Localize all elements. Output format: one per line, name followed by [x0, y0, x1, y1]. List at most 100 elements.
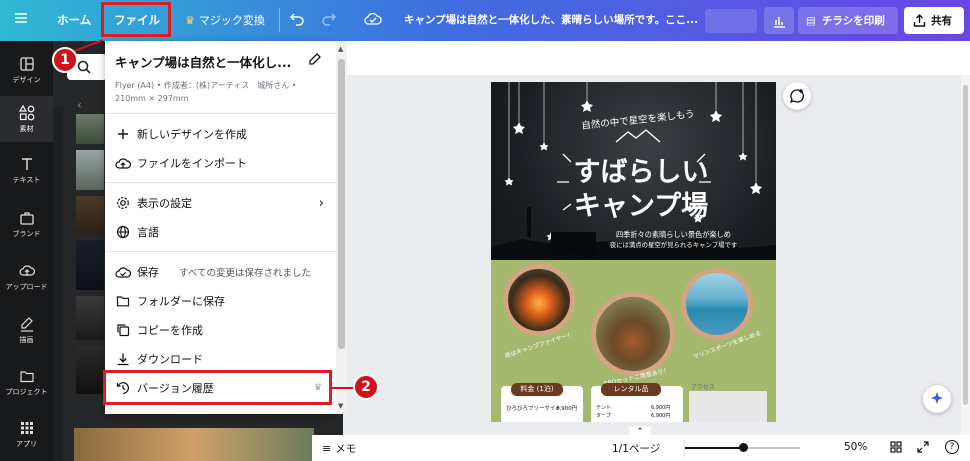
add-comment-button[interactable] — [783, 82, 811, 110]
menu-design-size: 210mm × 297mm — [115, 94, 189, 103]
step-badge-2: 2 — [353, 374, 379, 400]
file-button-highlight — [101, 2, 171, 37]
scroll-up-icon[interactable]: ▲ — [338, 45, 343, 53]
rental-row-label: タープ — [596, 413, 611, 419]
zoom-slider[interactable] — [685, 443, 800, 452]
menu-save[interactable]: 保存 すべての変更は保存されました — [115, 261, 330, 283]
plus-icon — [115, 126, 131, 142]
menu-language[interactable]: 言語 — [115, 221, 330, 243]
magic-switch-button[interactable]: ♛ マジック変換 — [185, 12, 265, 28]
image-thumbnail[interactable] — [76, 296, 104, 340]
chevron-up-icon[interactable]: ⌃ — [629, 426, 651, 438]
scrollbar-thumb[interactable] — [338, 59, 345, 349]
canvas-scrollbar[interactable] — [961, 75, 970, 435]
magic-assistant-button[interactable] — [923, 385, 951, 413]
scroll-down-icon[interactable]: ▼ — [338, 402, 343, 410]
bar-chart-icon — [774, 16, 785, 28]
divider — [279, 8, 280, 32]
share-icon — [913, 14, 926, 27]
rental-row-value: 6,900円 — [651, 413, 671, 419]
page-indicator[interactable]: 1/1ページ — [612, 441, 660, 456]
text-t-icon — [21, 157, 32, 170]
document-title[interactable]: キャンプ場は自然と一体化した、素晴らしい場所です。ここ... — [404, 12, 699, 27]
undo-icon[interactable] — [289, 12, 305, 26]
menu-make-copy[interactable]: コピーを作成 — [115, 319, 330, 341]
rental-row-value: 6,900円 — [651, 405, 671, 411]
notes-button[interactable]: ≡ メモ — [322, 441, 356, 456]
image-thumbnail[interactable] — [74, 428, 314, 461]
divider — [105, 251, 336, 252]
menu-new-design[interactable]: 新しいデザインを作成 — [115, 123, 330, 145]
redo-icon[interactable] — [321, 12, 337, 26]
image-thumbnail[interactable] — [76, 150, 104, 190]
image-thumbnail[interactable] — [76, 114, 104, 144]
bottom-toolbar: ≡ メモ ⌃ 1/1ページ 50% ? — [312, 426, 970, 461]
context-toolbar — [347, 41, 970, 75]
pencil-edit-icon[interactable] — [308, 52, 322, 69]
panel-scrollbar[interactable] — [53, 107, 63, 461]
print-flyer-button[interactable]: ▤ チラシを印刷 — [798, 7, 898, 34]
zoom-slider-knob[interactable] — [739, 443, 748, 452]
share-button[interactable]: 共有 — [904, 7, 964, 34]
price-row-value: 6,900円 — [556, 406, 578, 412]
step-badge-1: 1 — [52, 47, 78, 73]
menu-import-file[interactable]: ファイルをインポート — [115, 152, 330, 174]
layout-icon — [19, 56, 34, 71]
divider — [105, 182, 336, 183]
download-icon — [115, 351, 131, 367]
side-rail: デザイン 素材 テキスト ブランド アップロード 描画 プロジェクト アプリ — [0, 41, 53, 461]
flyer-title-line1: すばらしい — [573, 157, 709, 188]
chevron-left-icon[interactable]: ‹ — [77, 98, 82, 112]
flyer-description-2: 夜には満点の星空が見られるキャンプ場です — [609, 241, 738, 249]
print-icon: ▤ — [806, 14, 816, 27]
image-thumbnail[interactable] — [76, 196, 104, 234]
rental-card: レンタル品 テント 6,900円 タープ 6,900円 — [591, 383, 683, 422]
menu-view-settings[interactable]: 表示の設定 › — [115, 192, 330, 214]
campfire-photo — [503, 264, 575, 336]
rental-label: レンタル品 — [601, 383, 661, 396]
image-thumbnail[interactable] — [76, 240, 104, 290]
zoom-level[interactable]: 50% — [844, 441, 867, 453]
collaborators-area[interactable] — [705, 9, 757, 33]
pen-draw-icon — [20, 316, 33, 332]
price-row-label: ひろびろフリーサイト — [506, 406, 561, 412]
comment-plus-icon — [789, 89, 804, 104]
rail-projects[interactable]: プロジェクト — [0, 359, 53, 405]
flyer-page[interactable]: 自然の中で星空を楽しもう すばらしい キャンプ場 四季折々の素晴らしい景色が楽し… — [491, 82, 776, 422]
copy-icon — [115, 322, 131, 338]
menu-save-to-folder[interactable]: フォルダーに保存 — [115, 290, 330, 312]
hamburger-menu-icon[interactable] — [14, 11, 28, 25]
help-icon[interactable]: ? — [945, 440, 959, 454]
cloud-upload-icon — [18, 264, 35, 276]
menu-scrollbar[interactable]: ▲ ▼ — [336, 41, 347, 414]
rail-design[interactable]: デザイン — [0, 47, 53, 93]
rental-row-label: テント — [596, 405, 612, 411]
analytics-button[interactable] — [764, 7, 794, 34]
home-button[interactable]: ホーム — [57, 12, 91, 28]
rail-apps[interactable]: アプリ — [0, 411, 53, 457]
rail-brand[interactable]: ブランド — [0, 201, 53, 247]
folder-icon — [115, 293, 131, 309]
file-menu: キャンプ場は自然と一体化し... Flyer (A4) • 作成者：(株)アーテ… — [105, 41, 336, 414]
scrollbar-thumb[interactable] — [963, 85, 968, 405]
chevron-right-icon: › — [318, 195, 324, 211]
access-label: アクセス — [691, 384, 715, 391]
version-history-highlight — [103, 370, 332, 405]
rail-text[interactable]: テキスト — [0, 147, 53, 193]
rail-uploads[interactable]: アップロード — [0, 254, 53, 300]
menu-design-title[interactable]: キャンプ場は自然と一体化し... — [115, 52, 300, 71]
image-thumbnail[interactable] — [76, 346, 104, 394]
marine-sports-photo — [681, 268, 753, 340]
cloud-saved-icon[interactable] — [364, 12, 382, 26]
menu-download[interactable]: ダウンロード — [115, 348, 330, 370]
shapes-icon — [18, 104, 34, 120]
rail-draw[interactable]: 描画 — [0, 307, 53, 353]
price-card: 料金 (1泊) ひろびろフリーサイト 6,900円 — [501, 383, 583, 422]
zoom-slider-fill — [685, 447, 743, 449]
grid-view-icon[interactable] — [890, 441, 902, 456]
notes-icon: ≡ — [322, 442, 332, 455]
menu-design-meta: Flyer (A4) • 作成者：(株)アーティス 城所さん • — [115, 81, 297, 90]
rail-elements[interactable]: 素材 — [0, 96, 53, 142]
fullscreen-icon[interactable] — [917, 441, 929, 456]
folder-icon — [19, 370, 34, 382]
